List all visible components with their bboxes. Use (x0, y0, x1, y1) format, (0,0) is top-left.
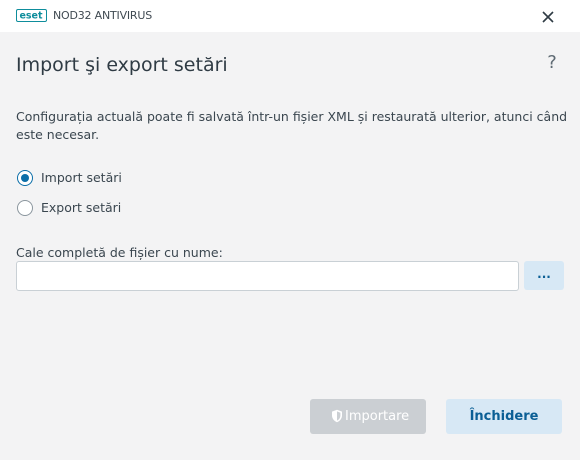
dialog-window: eset NOD32 ANTIVIRUS Import şi export se… (0, 0, 580, 460)
close-button[interactable] (534, 6, 562, 28)
title-bar: eset NOD32 ANTIVIRUS (0, 0, 580, 32)
close-icon (542, 11, 554, 23)
radio-unchecked-icon[interactable] (17, 200, 33, 216)
description-text: Configurația actuală poate fi salvată în… (16, 109, 568, 142)
import-button-label: Importare (345, 409, 410, 424)
close-dialog-button[interactable]: Închidere (446, 399, 562, 434)
page-title: Import şi export setări (16, 54, 228, 76)
radio-label-import: Import setări (41, 170, 122, 185)
product-name: NOD32 ANTIVIRUS (53, 9, 153, 22)
radio-export-settings[interactable]: Export setări (16, 198, 216, 218)
import-button[interactable]: Importare (310, 399, 426, 434)
radio-checked-icon[interactable] (17, 170, 33, 186)
eset-logo: eset (16, 9, 47, 22)
shield-icon (332, 409, 342, 423)
help-button[interactable]: ? (542, 50, 562, 76)
radio-label-export: Export setări (41, 200, 122, 215)
svg-text:eset: eset (19, 11, 43, 21)
path-field-label: Cale completă de fișier cu nume: (16, 245, 223, 260)
radio-import-settings[interactable]: Import setări (16, 168, 216, 188)
file-path-input[interactable] (16, 261, 519, 291)
browse-button[interactable]: ... (524, 261, 564, 290)
